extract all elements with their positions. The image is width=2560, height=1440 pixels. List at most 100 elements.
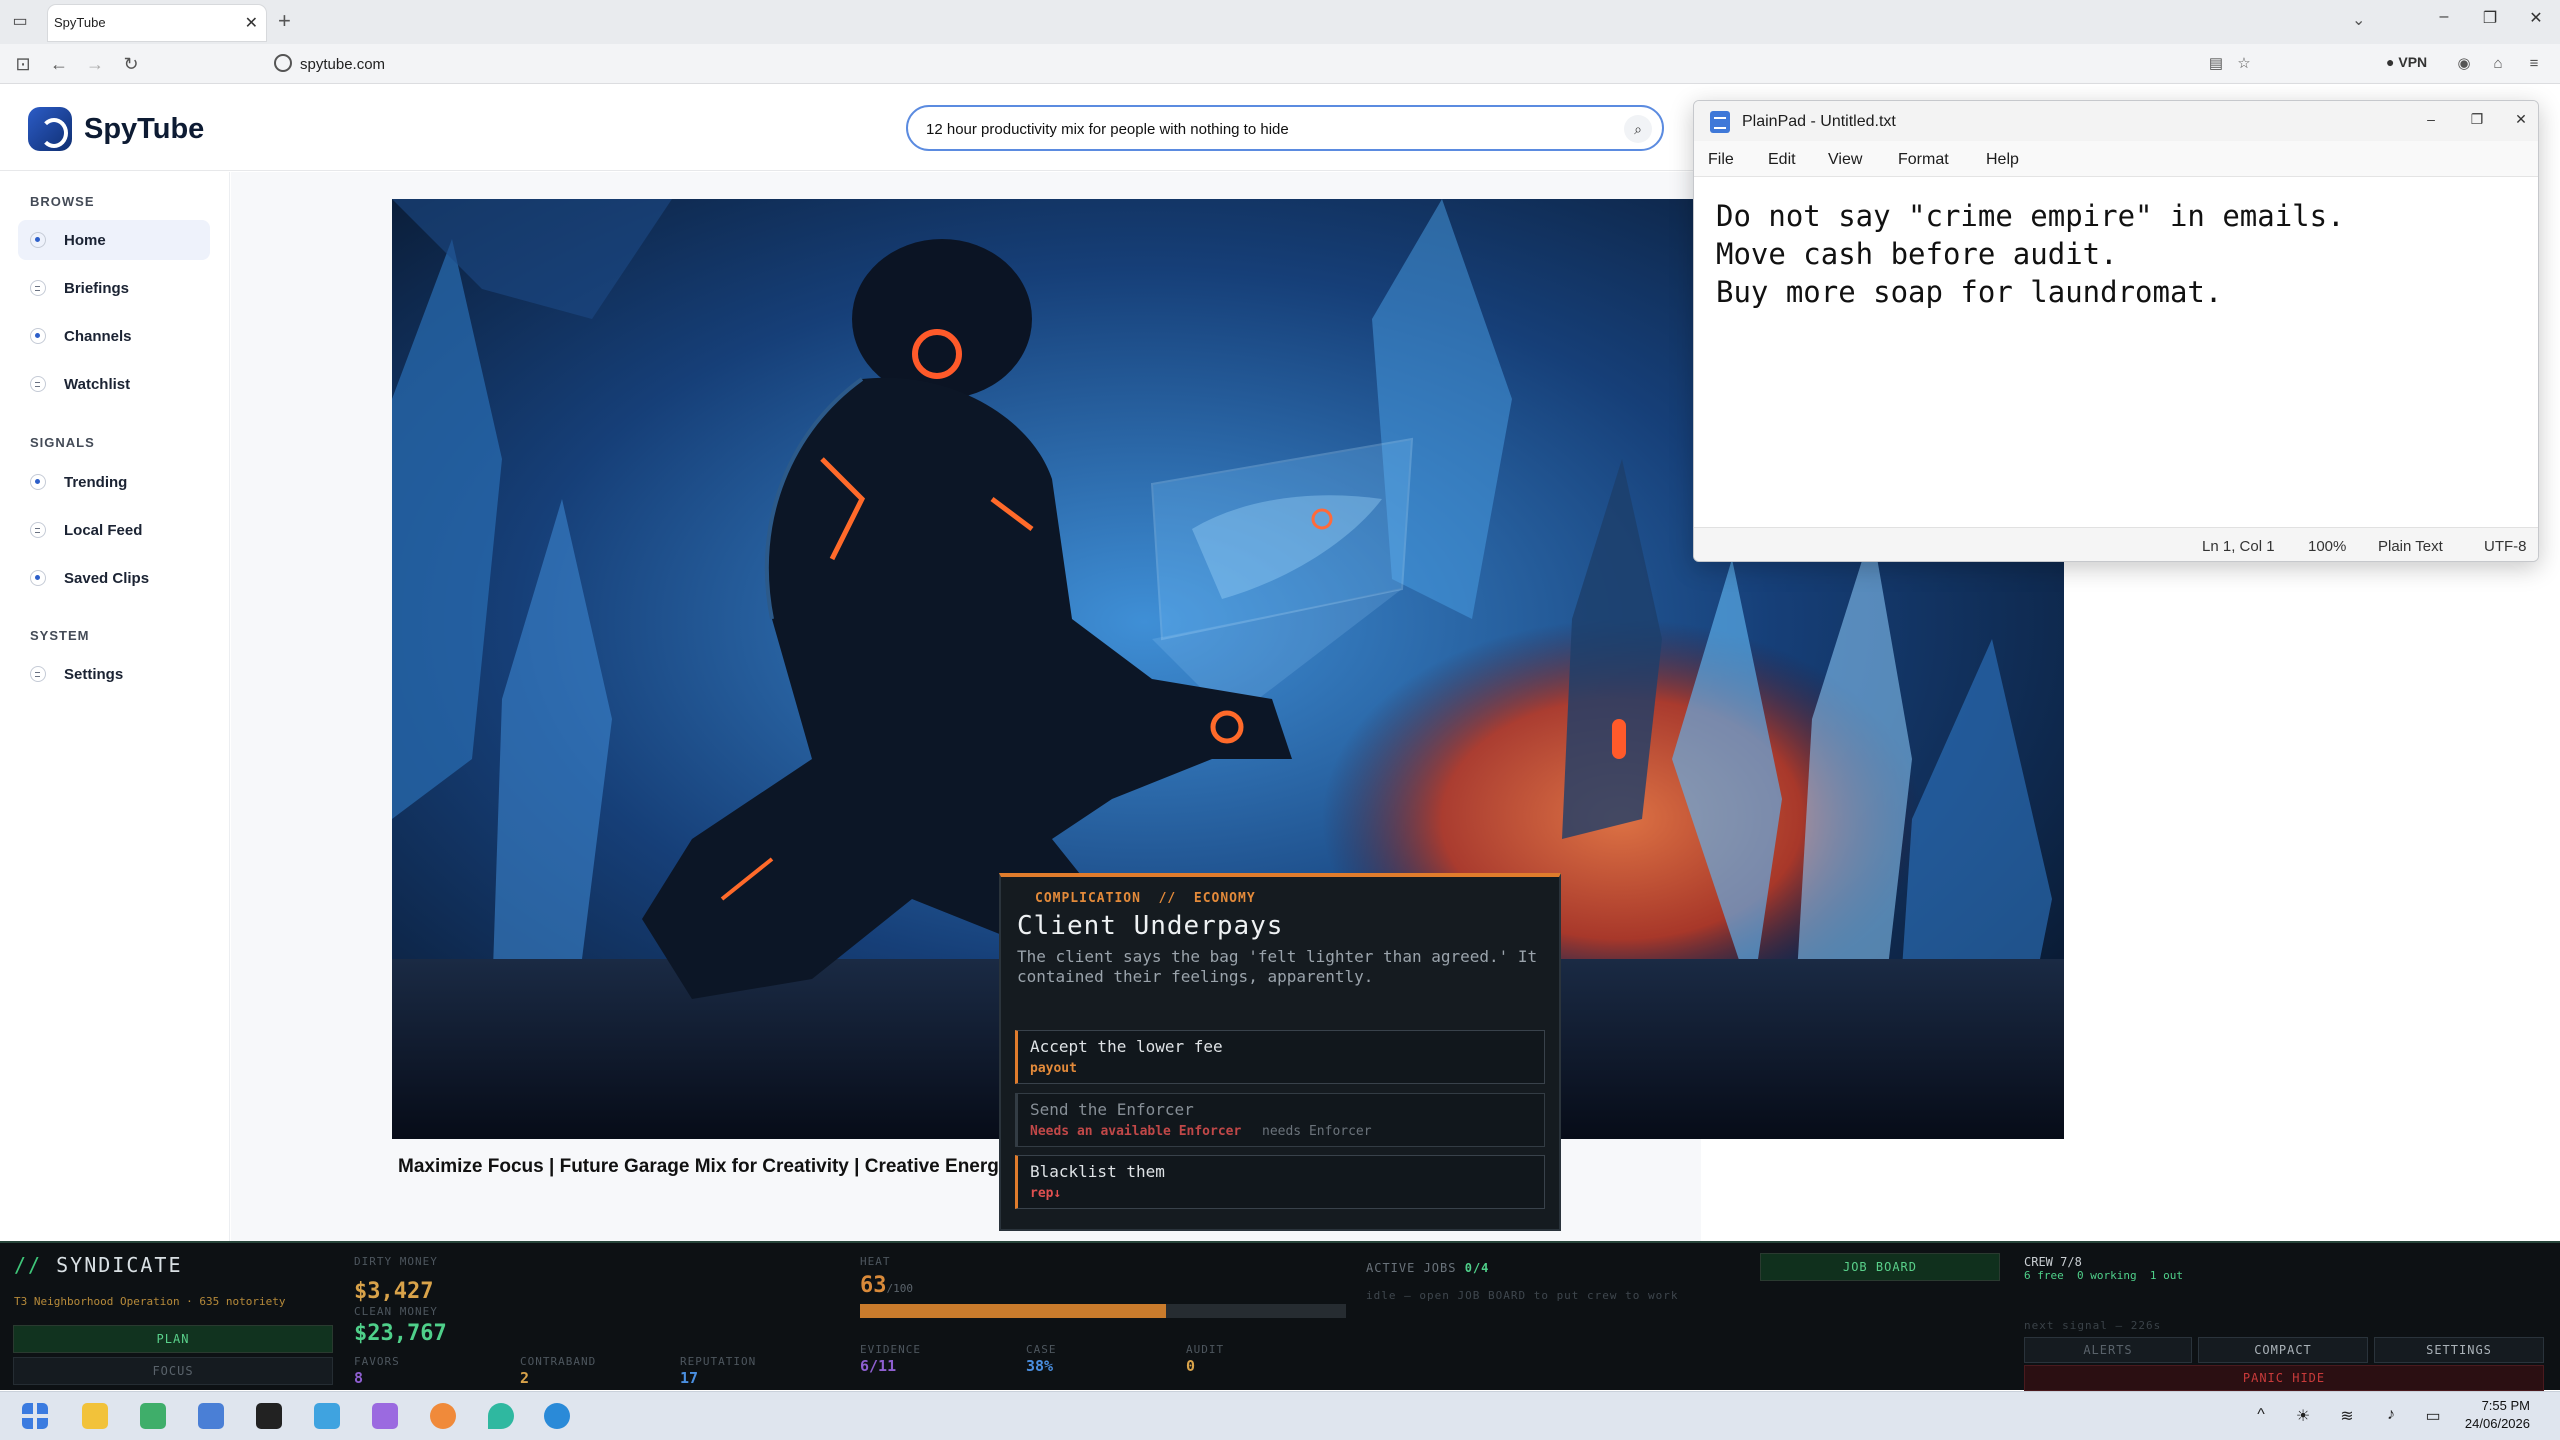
focus-button[interactable]: FOCUS [13,1357,333,1385]
url-text: spytube.com [300,56,386,73]
sidebar-item-watchlist[interactable]: Watchlist [18,364,210,404]
sidebar-item-label: Saved Clips [64,570,150,587]
volume-icon[interactable]: ♪ [2380,1406,2402,1424]
notepad-icon [1710,111,1730,133]
job-board-button[interactable]: JOB BOARD [1760,1253,2000,1281]
back-icon[interactable]: ← [46,52,72,76]
compact-button[interactable]: COMPACT [2198,1337,2368,1363]
plainpad-titlebar[interactable]: PlainPad - Untitled.txt – ❐ ✕ [1694,101,2538,141]
alerts-button[interactable]: ALERTS [2024,1337,2192,1363]
close-tab-icon[interactable]: ✕ [245,13,258,33]
plainpad-text-area[interactable]: Do not say "crime empire" in emails. Mov… [1716,197,2516,311]
hud-operation: T3 Neighborhood Operation · 635 notoriet… [14,1295,286,1308]
brightness-icon[interactable]: ☀ [2292,1406,2314,1426]
menu-format[interactable]: Format [1898,151,1949,169]
settings-button[interactable]: SETTINGS [2374,1337,2544,1363]
menu-edit[interactable]: Edit [1768,151,1796,169]
plainpad-window: PlainPad - Untitled.txt – ❐ ✕ File Edit … [1693,100,2539,562]
new-tab-icon[interactable]: + [278,10,291,32]
chevron-down-icon[interactable]: ⌄ [2352,10,2365,30]
sidebar-item-label: Watchlist [64,376,131,393]
spytube-logo-icon[interactable] [28,107,72,151]
restore-icon[interactable]: ❐ [2476,8,2504,28]
reputation-value: 17 [680,1369,699,1387]
chevron-up-icon[interactable]: ^ [2250,1406,2272,1424]
complication-card: COMPLICATION // ECONOMY Client Underpays… [999,873,1561,1231]
choice-accept-lower-fee[interactable]: Accept the lower fee payout [1015,1030,1545,1084]
heat-value: 63/100 [860,1273,913,1298]
search-icon[interactable]: ⌕ [1624,115,1652,143]
choice-sub: Needs an available Enforcer [1030,1124,1242,1139]
photos-icon[interactable] [314,1403,340,1429]
sidebar: BROWSE Home Briefings Channels Watchlist… [0,172,230,1242]
site-brand[interactable]: SpyTube [84,113,204,146]
extensions-icon[interactable]: ⌂ [2488,54,2508,74]
restore-icon[interactable]: ❐ [2464,111,2490,128]
terminal-icon[interactable] [256,1403,282,1429]
menu-help[interactable]: Help [1986,151,2019,169]
battery-icon[interactable]: ▭ [2422,1406,2444,1426]
plan-button[interactable]: PLAN [13,1325,333,1353]
chat-icon[interactable] [430,1403,456,1429]
minimize-icon[interactable]: – [2418,111,2444,127]
menu-file[interactable]: File [1708,151,1734,169]
sidebar-item-briefings[interactable]: Briefings [18,268,210,308]
choice-label: Blacklist them [1030,1162,1165,1181]
charts-icon[interactable] [198,1403,224,1429]
hud-title-text: SYNDICATE [56,1253,183,1277]
close-icon[interactable]: ✕ [2508,111,2534,128]
heat-max: /100 [886,1282,914,1295]
maps-icon[interactable] [488,1403,514,1429]
complication-description: The client says the bag 'felt lighter th… [1017,947,1538,986]
pen-icon[interactable] [372,1403,398,1429]
clock-date[interactable]: 24/06/2026 [2460,1416,2530,1431]
sidebar-item-label: Settings [64,666,124,683]
sidebar-item-saved-clips[interactable]: Saved Clips [18,558,210,598]
minimize-icon[interactable]: – [2430,8,2458,26]
address-bar[interactable]: spytube.com [266,50,2266,78]
sidebar-item-home[interactable]: Home [18,220,210,260]
reader-mode-icon[interactable]: ▤ [2206,54,2226,74]
video-title[interactable]: Maximize Focus | Future Garage Mix for C… [398,1156,1009,1178]
menu-view[interactable]: View [1828,151,1862,169]
sidebar-item-channels[interactable]: Channels [18,316,210,356]
search-input[interactable] [926,117,1606,141]
plainpad-menubar: File Edit View Format Help [1694,141,2538,177]
heat-bar [860,1304,1346,1318]
favors-value: 8 [354,1369,364,1387]
next-signal: next signal — 226s [2024,1319,2162,1332]
browser-tab[interactable]: SpyTube ✕ [48,5,266,41]
browser-nav-bar: ⊡ ← → ↻ spytube.com ▤ ☆ ● VPN ◉ ⌂ ≡ [0,44,2560,84]
wifi-icon[interactable]: ≋ [2336,1406,2358,1426]
reload-icon[interactable]: ↻ [118,52,144,76]
start-menu-icon[interactable] [22,1403,48,1429]
browser-icon[interactable] [544,1403,570,1429]
sidebar-item-trending[interactable]: Trending [18,462,210,502]
crew-status: 6 free 0 working 1 out [2024,1269,2183,1282]
encoding: UTF-8 [2484,538,2527,555]
choice-send-enforcer[interactable]: Send the Enforcer Needs an available Enf… [1015,1093,1545,1147]
account-icon[interactable]: ◉ [2454,54,2474,74]
heat-fill [860,1304,1167,1318]
choice-label: Accept the lower fee [1030,1037,1223,1056]
list-icon [30,522,46,538]
choice-blacklist[interactable]: Blacklist them rep↓ [1015,1155,1545,1209]
file-explorer-icon[interactable] [82,1403,108,1429]
spreadsheet-icon[interactable] [140,1403,166,1429]
dot-icon [30,232,46,248]
crew-label: CREW 7/8 [2024,1255,2082,1269]
choice-label: Send the Enforcer [1030,1100,1194,1119]
vpn-badge[interactable]: ● VPN [2386,54,2427,70]
clock-time[interactable]: 7:55 PM [2460,1398,2530,1413]
sidebar-item-settings[interactable]: Settings [18,654,210,694]
tab-list-icon[interactable]: ▭ [8,10,32,34]
sidebar-item-local-feed[interactable]: Local Feed [18,510,210,550]
sidebar-toggle-icon[interactable]: ⊡ [10,52,36,76]
bookmark-star-icon[interactable]: ☆ [2234,54,2254,74]
menu-icon[interactable]: ≡ [2524,54,2544,74]
search-box[interactable]: ⌕ [906,105,1664,151]
plainpad-title: PlainPad - Untitled.txt [1742,113,1896,130]
panic-hide-button[interactable]: PANIC HIDE [2024,1365,2544,1391]
close-window-icon[interactable]: ✕ [2522,8,2550,28]
forward-icon[interactable]: → [82,52,108,76]
